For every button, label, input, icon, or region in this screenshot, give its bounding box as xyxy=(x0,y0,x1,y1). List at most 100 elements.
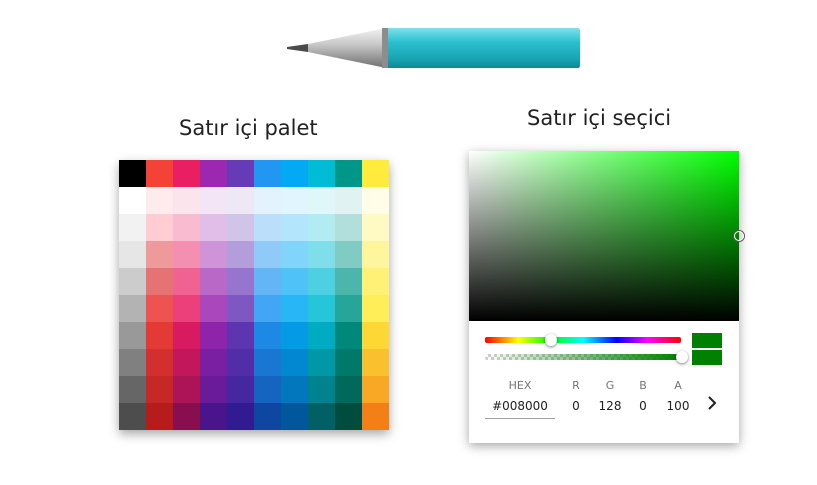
palette-swatch[interactable] xyxy=(254,295,281,322)
palette-swatch[interactable] xyxy=(173,403,200,430)
hue-slider[interactable] xyxy=(485,337,681,343)
palette-swatch[interactable] xyxy=(254,214,281,241)
palette-swatch[interactable] xyxy=(119,376,146,403)
palette-swatch[interactable] xyxy=(281,160,308,187)
palette-swatch[interactable] xyxy=(281,349,308,376)
palette-swatch[interactable] xyxy=(146,187,173,214)
blue-input[interactable]: 0 xyxy=(633,399,653,413)
palette-swatch[interactable] xyxy=(119,295,146,322)
palette-swatch[interactable] xyxy=(227,322,254,349)
palette-swatch[interactable] xyxy=(146,160,173,187)
palette-swatch[interactable] xyxy=(119,187,146,214)
palette-swatch[interactable] xyxy=(200,160,227,187)
palette-swatch[interactable] xyxy=(146,214,173,241)
palette-swatch[interactable] xyxy=(362,295,389,322)
palette-swatch[interactable] xyxy=(335,322,362,349)
palette-swatch[interactable] xyxy=(227,187,254,214)
palette-swatch[interactable] xyxy=(308,241,335,268)
palette-swatch[interactable] xyxy=(281,187,308,214)
palette-swatch[interactable] xyxy=(308,214,335,241)
palette-swatch[interactable] xyxy=(119,322,146,349)
palette-swatch[interactable] xyxy=(227,295,254,322)
palette-swatch[interactable] xyxy=(173,295,200,322)
palette-swatch[interactable] xyxy=(200,322,227,349)
palette-swatch[interactable] xyxy=(200,349,227,376)
palette-swatch[interactable] xyxy=(200,187,227,214)
palette-swatch[interactable] xyxy=(227,349,254,376)
palette-swatch[interactable] xyxy=(254,376,281,403)
palette-swatch[interactable] xyxy=(308,349,335,376)
palette-swatch[interactable] xyxy=(362,241,389,268)
palette-swatch[interactable] xyxy=(200,403,227,430)
palette-swatch[interactable] xyxy=(227,403,254,430)
palette-swatch[interactable] xyxy=(173,160,200,187)
palette-swatch[interactable] xyxy=(254,241,281,268)
palette-swatch[interactable] xyxy=(227,376,254,403)
hex-input[interactable]: #008000 xyxy=(485,399,555,419)
palette-swatch[interactable] xyxy=(227,214,254,241)
palette-swatch[interactable] xyxy=(119,160,146,187)
alpha-input[interactable]: 100 xyxy=(662,399,694,413)
palette-swatch[interactable] xyxy=(281,403,308,430)
saturation-value-area[interactable] xyxy=(469,151,744,321)
palette-swatch[interactable] xyxy=(362,403,389,430)
palette-swatch[interactable] xyxy=(308,376,335,403)
palette-swatch[interactable] xyxy=(173,241,200,268)
palette-swatch[interactable] xyxy=(254,349,281,376)
format-switch-button[interactable] xyxy=(702,393,722,413)
palette-swatch[interactable] xyxy=(254,187,281,214)
palette-swatch[interactable] xyxy=(254,160,281,187)
palette-swatch[interactable] xyxy=(308,160,335,187)
palette-swatch[interactable] xyxy=(119,403,146,430)
palette-swatch[interactable] xyxy=(254,268,281,295)
opacity-slider-thumb[interactable] xyxy=(676,351,688,363)
palette-swatch[interactable] xyxy=(200,268,227,295)
palette-swatch[interactable] xyxy=(362,322,389,349)
palette-swatch[interactable] xyxy=(308,295,335,322)
palette-swatch[interactable] xyxy=(146,322,173,349)
palette-swatch[interactable] xyxy=(227,160,254,187)
palette-swatch[interactable] xyxy=(362,349,389,376)
palette-swatch[interactable] xyxy=(200,376,227,403)
palette-swatch[interactable] xyxy=(146,403,173,430)
palette-swatch[interactable] xyxy=(119,268,146,295)
palette-swatch[interactable] xyxy=(362,268,389,295)
palette-swatch[interactable] xyxy=(173,322,200,349)
palette-swatch[interactable] xyxy=(362,376,389,403)
opacity-slider[interactable] xyxy=(485,354,681,360)
palette-swatch[interactable] xyxy=(281,295,308,322)
palette-swatch[interactable] xyxy=(173,349,200,376)
palette-swatch[interactable] xyxy=(173,376,200,403)
palette-swatch[interactable] xyxy=(281,268,308,295)
hue-slider-thumb[interactable] xyxy=(545,334,557,346)
palette-swatch[interactable] xyxy=(146,349,173,376)
palette-swatch[interactable] xyxy=(308,322,335,349)
palette-swatch[interactable] xyxy=(362,214,389,241)
palette-swatch[interactable] xyxy=(362,187,389,214)
palette-swatch[interactable] xyxy=(227,241,254,268)
palette-swatch[interactable] xyxy=(119,349,146,376)
palette-swatch[interactable] xyxy=(335,403,362,430)
saturation-value-handle[interactable] xyxy=(734,231,744,241)
palette-swatch[interactable] xyxy=(335,187,362,214)
palette-swatch[interactable] xyxy=(173,268,200,295)
palette-swatch[interactable] xyxy=(200,241,227,268)
palette-swatch[interactable] xyxy=(281,322,308,349)
palette-swatch[interactable] xyxy=(335,349,362,376)
original-color-preview[interactable] xyxy=(692,350,722,365)
palette-swatch[interactable] xyxy=(335,214,362,241)
palette-swatch[interactable] xyxy=(227,268,254,295)
palette-swatch[interactable] xyxy=(281,376,308,403)
palette-swatch[interactable] xyxy=(119,214,146,241)
palette-swatch[interactable] xyxy=(200,295,227,322)
palette-swatch[interactable] xyxy=(254,403,281,430)
palette-swatch[interactable] xyxy=(254,322,281,349)
palette-swatch[interactable] xyxy=(308,187,335,214)
palette-swatch[interactable] xyxy=(308,403,335,430)
palette-swatch[interactable] xyxy=(335,295,362,322)
palette-swatch[interactable] xyxy=(362,160,389,187)
palette-swatch[interactable] xyxy=(173,187,200,214)
palette-swatch[interactable] xyxy=(200,214,227,241)
palette-swatch[interactable] xyxy=(281,241,308,268)
palette-swatch[interactable] xyxy=(146,241,173,268)
